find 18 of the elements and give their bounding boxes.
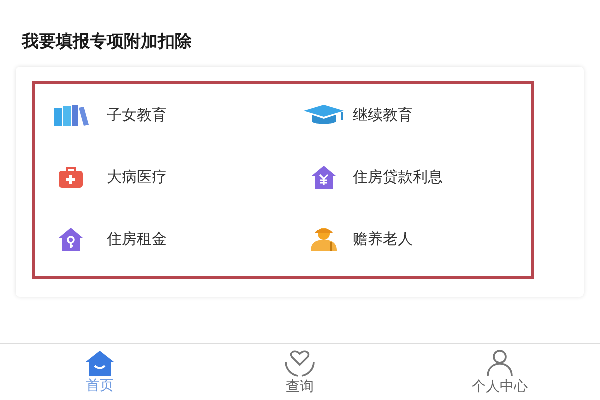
deduction-label[interactable]: 子女教育 bbox=[107, 106, 167, 124]
section-title: 我要填报专项附加扣除 bbox=[22, 31, 192, 53]
tab-item[interactable]: 查询 bbox=[200, 344, 400, 400]
house-key-icon bbox=[58, 227, 84, 251]
medical-kit-icon bbox=[58, 166, 84, 188]
person-icon bbox=[485, 348, 515, 376]
tab-item[interactable]: 个人中心 bbox=[400, 344, 600, 400]
deduction-label[interactable]: 赡养老人 bbox=[353, 230, 413, 248]
heart-hands-icon bbox=[283, 348, 317, 376]
graduation-cap-icon bbox=[302, 104, 346, 126]
elder-person-icon bbox=[309, 227, 339, 251]
books-icon bbox=[53, 104, 89, 126]
deduction-label[interactable]: 大病医疗 bbox=[107, 168, 167, 186]
house-yuan-icon bbox=[311, 165, 337, 189]
home-icon bbox=[85, 350, 115, 376]
deduction-label[interactable]: 继续教育 bbox=[353, 106, 413, 124]
deduction-label[interactable]: 住房贷款利息 bbox=[353, 168, 443, 186]
deduction-label[interactable]: 住房租金 bbox=[107, 230, 167, 248]
